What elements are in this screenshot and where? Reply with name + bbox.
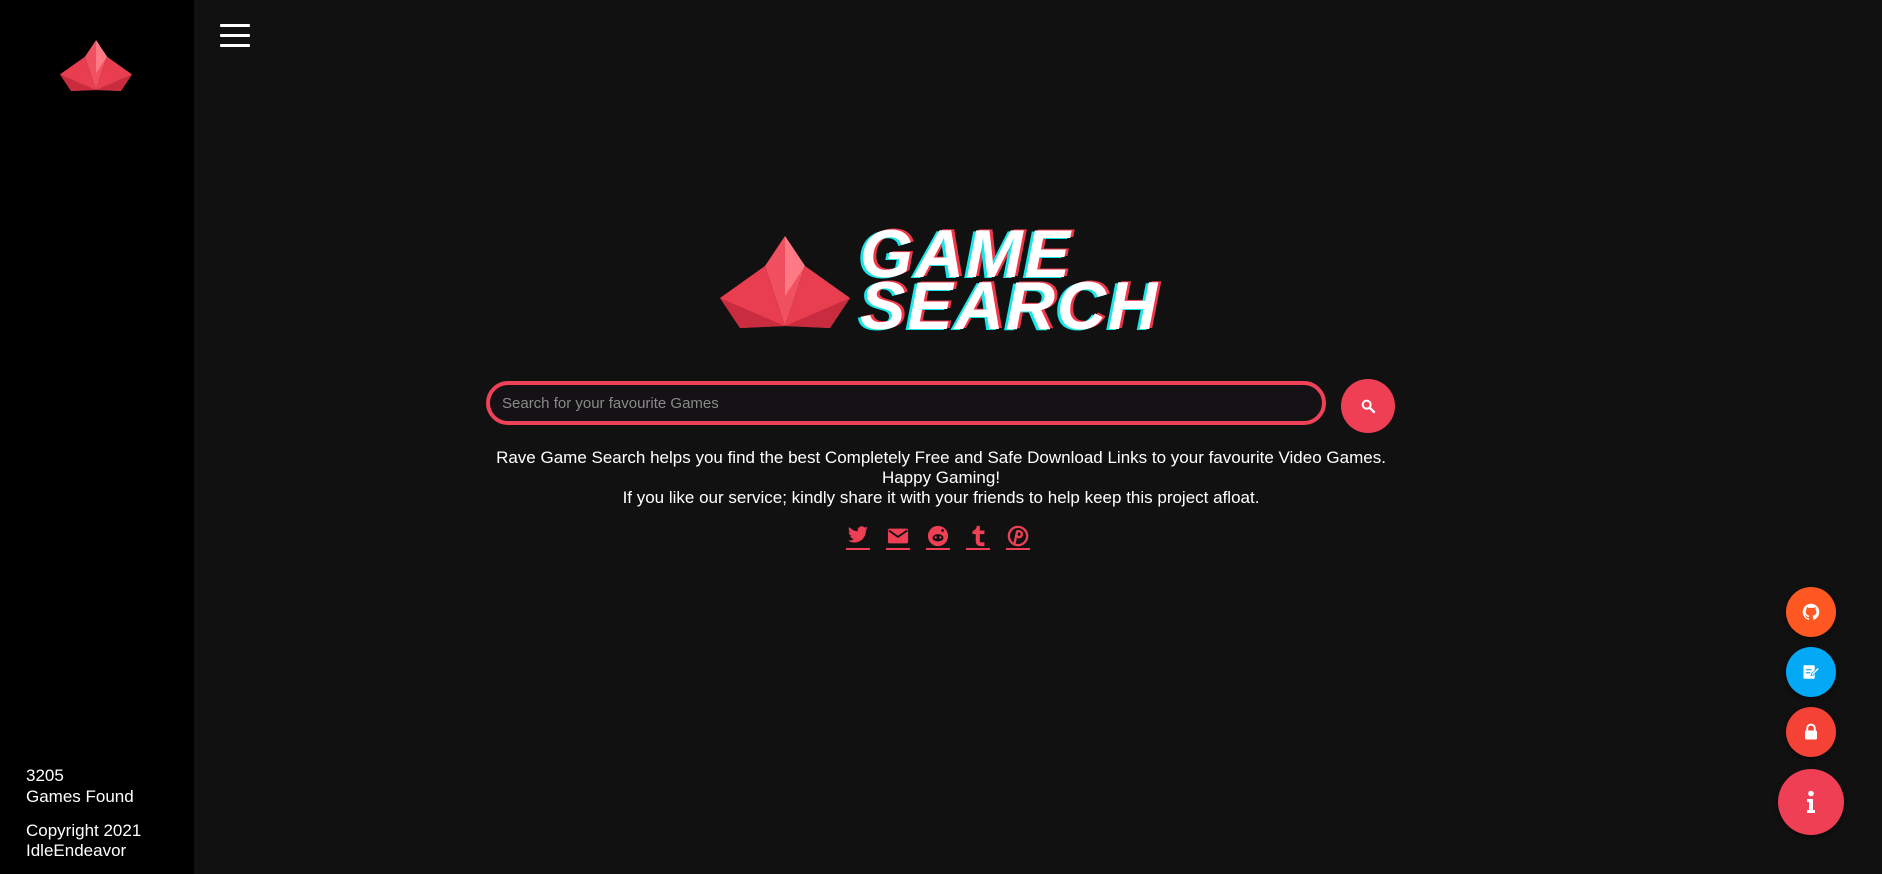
copyright-author: IdleEndeavor	[26, 841, 127, 860]
lock-button[interactable]	[1786, 707, 1836, 757]
brand-line-search: SEARCH	[860, 268, 1160, 344]
search-button[interactable]	[1341, 379, 1395, 433]
copyright-year: Copyright 2021	[26, 821, 142, 840]
games-count: 3205	[26, 766, 64, 785]
sidebar: 3205 Games Found Copyright 2021 IdleEnde…	[0, 0, 194, 874]
search-bar	[486, 379, 1396, 433]
reddit-icon	[927, 525, 949, 547]
share-tumblr[interactable]	[966, 524, 990, 550]
share-twitter[interactable]	[846, 524, 870, 550]
hamburger-menu-icon[interactable]	[220, 24, 250, 54]
game-search-logo: GAME SEARCH	[720, 220, 1160, 348]
github-button[interactable]	[1786, 587, 1836, 637]
games-count-label: Games Found	[26, 787, 134, 806]
description-line-1: Rave Game Search helps you find the best…	[496, 448, 1386, 467]
site-description: Rave Game Search helps you find the best…	[440, 448, 1442, 508]
share-email[interactable]	[886, 524, 910, 550]
crystal-logo-icon[interactable]	[60, 40, 132, 100]
crystal-logo-icon	[720, 236, 850, 328]
share-pinterest[interactable]	[1006, 524, 1030, 550]
pinterest-icon	[1007, 525, 1029, 547]
share-links	[846, 524, 1036, 550]
description-line-3: If you like our service; kindly share it…	[622, 488, 1260, 507]
search-input[interactable]	[486, 381, 1326, 425]
edit-icon	[1803, 665, 1820, 679]
lock-icon	[1805, 723, 1817, 740]
share-reddit[interactable]	[926, 524, 950, 550]
github-icon	[1802, 603, 1820, 620]
edit-button[interactable]	[1786, 647, 1836, 697]
tumblr-icon	[972, 525, 985, 547]
search-icon	[1361, 399, 1376, 414]
brand-title: GAME SEARCH	[860, 220, 1160, 344]
email-icon	[887, 528, 909, 544]
copyright: Copyright 2021 IdleEndeavor	[26, 821, 141, 861]
description-line-2: Happy Gaming!	[881, 468, 1001, 487]
info-icon	[1807, 790, 1815, 813]
twitter-icon	[848, 526, 868, 543]
info-button[interactable]	[1778, 769, 1844, 835]
games-found-stats: 3205 Games Found	[26, 765, 134, 807]
